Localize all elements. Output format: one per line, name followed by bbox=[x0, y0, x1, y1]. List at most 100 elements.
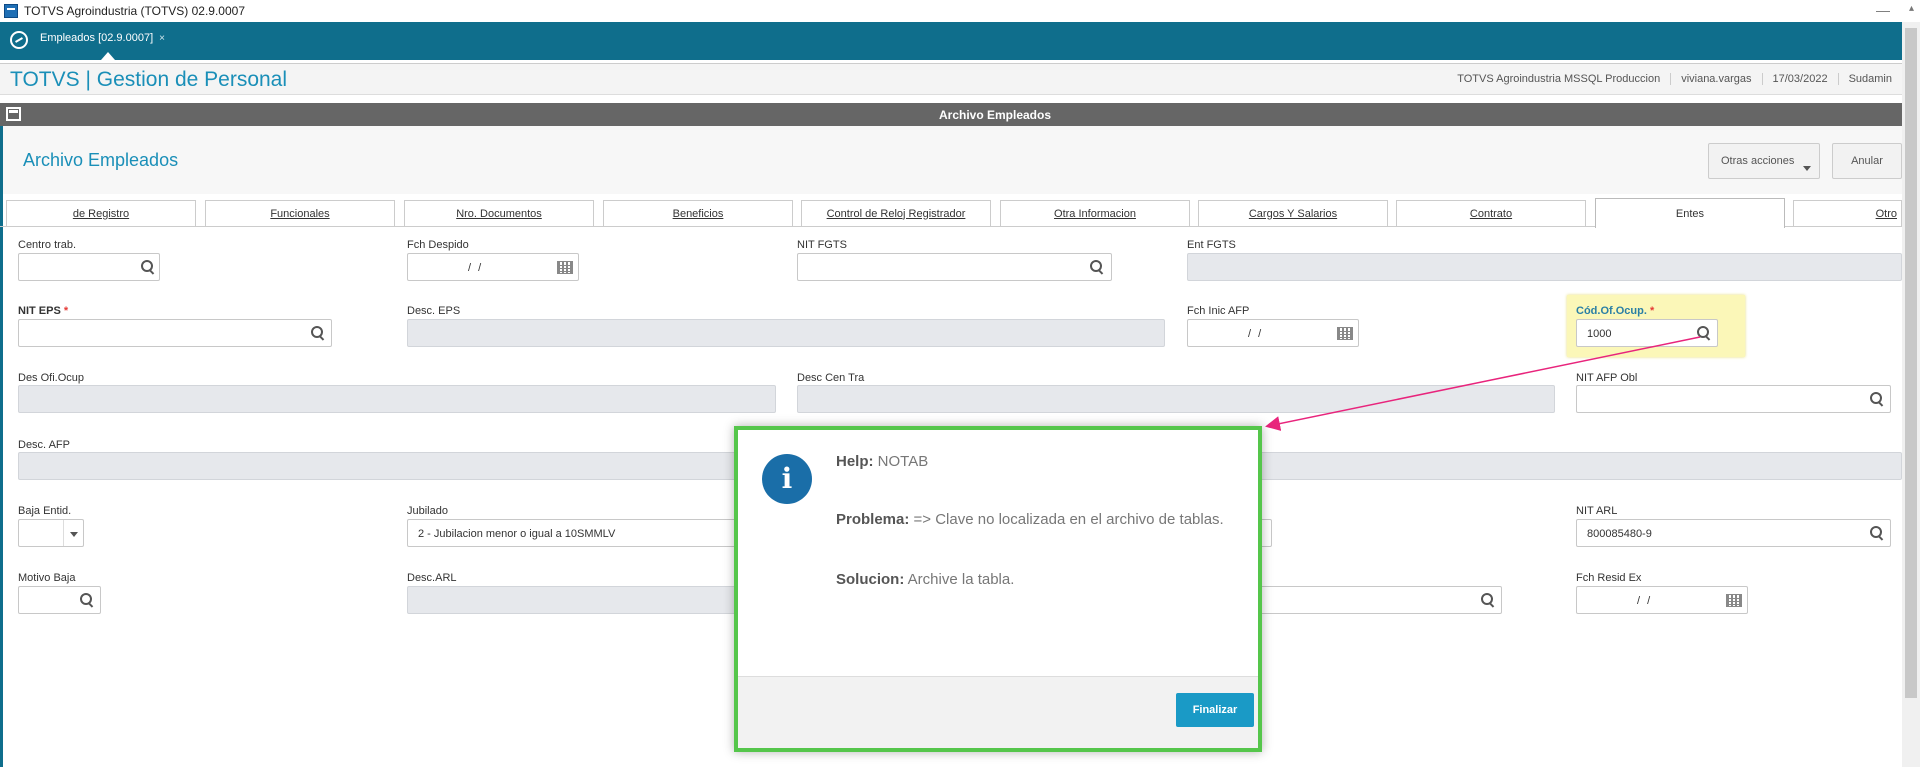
tab-otro[interactable]: Otro bbox=[1793, 200, 1902, 226]
tab-control-reloj[interactable]: Control de Reloj Registrador bbox=[801, 200, 991, 226]
jubilado-label: Jubilado bbox=[407, 505, 448, 517]
nit-fgts-input[interactable] bbox=[797, 253, 1112, 281]
session-info: TOTVS Agroindustria MSSQL Produccion viv… bbox=[1447, 73, 1902, 85]
fch-resid-ex-label: Fch Resid Ex bbox=[1576, 572, 1642, 584]
nit-afp-obl-label: NIT AFP Obl bbox=[1576, 372, 1638, 384]
close-icon[interactable]: × bbox=[159, 33, 165, 44]
scrollbar-thumb[interactable] bbox=[1905, 28, 1917, 698]
window-bar: Archivo Empleados bbox=[0, 103, 1902, 126]
program-tabbar: Empleados [02.9.0007] × bbox=[0, 22, 1902, 60]
company-label: Sudamin bbox=[1837, 73, 1902, 85]
window-title: TOTVS Agroindustria (TOTVS) 02.9.0007 bbox=[24, 4, 245, 18]
nit-eps-label-text: NIT EPS bbox=[18, 305, 61, 317]
other-actions-button[interactable]: Otras acciones bbox=[1708, 143, 1820, 179]
nit-arl-input[interactable]: 800085480-9 bbox=[1576, 519, 1891, 547]
jubilado-value: 2 - Jubilacion menor o igual a 10SMMLV bbox=[418, 528, 616, 540]
window-titlebar: TOTVS Agroindustria (TOTVS) 02.9.0007 — … bbox=[0, 0, 1920, 22]
cod-of-ocup-value: 1000 bbox=[1587, 328, 1612, 340]
tab-empleados[interactable]: Empleados [02.9.0007] × bbox=[40, 32, 165, 44]
page-header: Archivo Empleados bbox=[3, 126, 1902, 194]
motivo-baja-input[interactable] bbox=[18, 586, 101, 614]
search-icon[interactable] bbox=[1870, 526, 1884, 540]
fch-despido-label: Fch Despido bbox=[407, 239, 469, 251]
app-icon bbox=[4, 4, 18, 18]
desc-arl-label: Desc.ARL bbox=[407, 572, 457, 584]
fch-inic-afp-label: Fch Inic AFP bbox=[1187, 305, 1250, 317]
motivo-baja-label: Motivo Baja bbox=[18, 572, 76, 584]
help-message: Help: NOTAB Problema: => Clave no locali… bbox=[836, 452, 1236, 590]
centro-trab-label: Centro trab. bbox=[18, 239, 77, 251]
search-icon[interactable] bbox=[1870, 392, 1884, 406]
environment-label: TOTVS Agroindustria MSSQL Produccion bbox=[1457, 73, 1661, 85]
nit-afp-obl-input[interactable] bbox=[1576, 385, 1891, 413]
other-actions-label: Otras acciones bbox=[1721, 155, 1795, 167]
tab-indicator bbox=[101, 52, 115, 60]
nit-arl-value: 800085480-9 bbox=[1587, 528, 1652, 540]
desc-eps-label: Desc. EPS bbox=[407, 305, 461, 317]
search-icon[interactable] bbox=[311, 326, 325, 340]
nit-arl-label: NIT ARL bbox=[1576, 505, 1618, 517]
fch-despido-input[interactable]: / / bbox=[407, 253, 579, 281]
des-ofi-ocup-label: Des Ofi.Ocup bbox=[18, 372, 85, 384]
ent-fgts-input bbox=[1187, 253, 1902, 281]
tab-nro-documentos[interactable]: Nro. Documentos bbox=[404, 200, 594, 226]
tab-otra-informacion[interactable]: Otra Informacion bbox=[1000, 200, 1190, 226]
solution-value: Archive la tabla. bbox=[907, 571, 1015, 588]
tab-label: Empleados [02.9.0007] bbox=[40, 32, 154, 44]
cancel-button[interactable]: Anular bbox=[1832, 143, 1902, 179]
fch-resid-ex-value: / / bbox=[1637, 595, 1653, 607]
fch-inic-afp-value: / / bbox=[1248, 328, 1264, 340]
tab-de-registro[interactable]: de Registro bbox=[6, 200, 196, 226]
page-title: Archivo Empleados bbox=[23, 150, 179, 170]
search-icon[interactable] bbox=[141, 260, 155, 274]
cod-of-ocup-label-text: Cód.Of.Ocup. bbox=[1576, 305, 1647, 317]
des-ofi-ocup-input bbox=[18, 385, 776, 413]
nit-eps-input[interactable] bbox=[18, 319, 332, 347]
desc-cen-tra-input bbox=[797, 385, 1555, 413]
chevron-down-icon[interactable] bbox=[63, 520, 83, 546]
tab-entes[interactable]: Entes bbox=[1595, 198, 1785, 228]
home-icon[interactable] bbox=[10, 31, 28, 49]
info-icon: i bbox=[762, 454, 812, 504]
desc-afp-label: Desc. AFP bbox=[18, 439, 70, 451]
help-label: Help: bbox=[836, 453, 874, 470]
solution-line: Solucion: Archive la tabla. bbox=[836, 570, 1236, 590]
required-mark: * bbox=[1649, 305, 1655, 317]
ent-fgts-label: Ent FGTS bbox=[1187, 239, 1236, 251]
tab-funcionales[interactable]: Funcionales bbox=[205, 200, 395, 226]
nit-fgts-label: NIT FGTS bbox=[797, 239, 847, 251]
baja-entid-label: Baja Entid. bbox=[18, 505, 72, 517]
scroll-up-icon[interactable]: ▴ bbox=[1909, 3, 1914, 14]
search-icon[interactable] bbox=[1697, 326, 1711, 340]
cod-of-ocup-input[interactable]: 1000 bbox=[1576, 319, 1718, 347]
centro-trab-input[interactable] bbox=[18, 253, 160, 281]
vertical-scrollbar[interactable] bbox=[1902, 22, 1920, 767]
problem-line: Problema: => Clave no localizada en el a… bbox=[836, 510, 1236, 530]
help-dialog: i Help: NOTAB Problema: => Clave no loca… bbox=[734, 426, 1262, 752]
app-header: TOTVS | Gestion de Personal TOTVS Agroin… bbox=[0, 63, 1902, 95]
problem-value: => Clave no localizada en el archivo de … bbox=[913, 511, 1224, 528]
cod-of-ocup-label: Cód.Of.Ocup. * bbox=[1576, 305, 1654, 317]
solution-label: Solucion: bbox=[836, 571, 905, 588]
search-icon[interactable] bbox=[80, 593, 94, 607]
help-line: Help: NOTAB bbox=[836, 452, 1236, 472]
baja-entid-select[interactable] bbox=[18, 519, 84, 547]
calendar-icon[interactable] bbox=[1726, 594, 1742, 607]
folder-tabs: de Registro Funcionales Nro. Documentos … bbox=[0, 198, 1902, 228]
fch-resid-ex-input[interactable]: / / bbox=[1576, 586, 1748, 614]
minimize-button[interactable]: — bbox=[1876, 2, 1890, 18]
user-label: viviana.vargas bbox=[1670, 73, 1761, 85]
tab-contrato[interactable]: Contrato bbox=[1396, 200, 1586, 226]
search-icon[interactable] bbox=[1090, 260, 1104, 274]
problem-label: Problema: bbox=[836, 511, 910, 528]
calendar-icon[interactable] bbox=[1337, 327, 1353, 340]
fch-inic-afp-input[interactable]: / / bbox=[1187, 319, 1359, 347]
help-value: NOTAB bbox=[877, 453, 929, 470]
search-icon[interactable] bbox=[1481, 593, 1495, 607]
calendar-icon[interactable] bbox=[557, 261, 573, 274]
tab-cargos-salarios[interactable]: Cargos Y Salarios bbox=[1198, 200, 1388, 226]
desc-eps-input bbox=[407, 319, 1165, 347]
finalizar-button[interactable]: Finalizar bbox=[1176, 693, 1254, 727]
tab-beneficios[interactable]: Beneficios bbox=[603, 200, 793, 226]
window-bar-title: Archivo Empleados bbox=[938, 108, 1052, 122]
